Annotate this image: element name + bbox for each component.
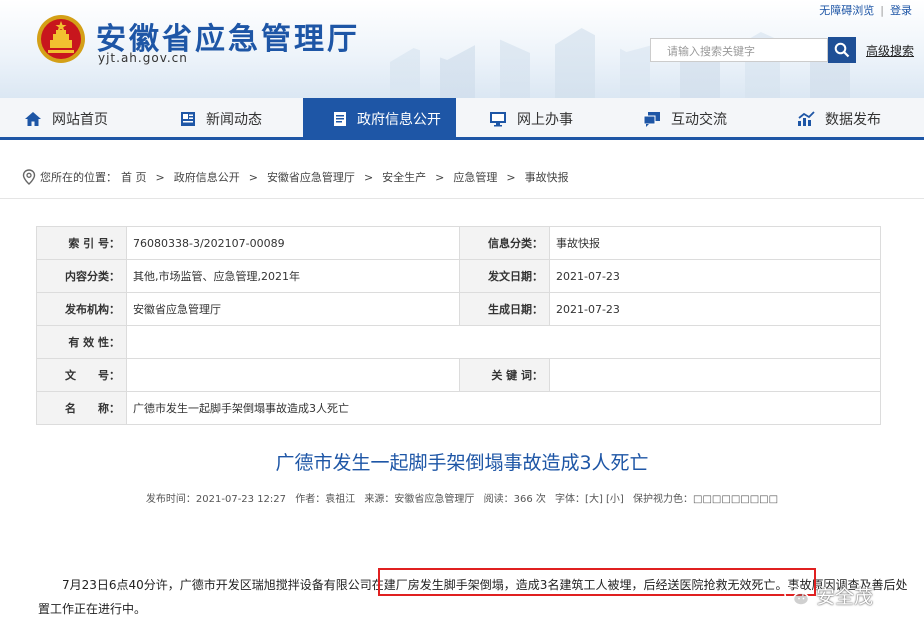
content-value: 其他,市场监管、应急管理,2021年 <box>126 259 460 293</box>
login-link[interactable]: 登录 <box>890 4 912 17</box>
advanced-search-link[interactable]: 高级搜索 <box>866 42 914 59</box>
nav-label: 网站首页 <box>52 112 108 128</box>
meta-source: 来源：安徽省应急管理厅 <box>364 494 475 505</box>
national-emblem-icon <box>37 15 85 63</box>
keywords-value <box>549 358 881 392</box>
category-value: 事故快报 <box>549 226 881 260</box>
watermark: 安全茂 <box>784 582 873 609</box>
meta-views: 阅读：366 次 <box>483 494 546 505</box>
pubdate-label: 发文日期： <box>459 259 550 293</box>
org-value: 安徽省应急管理厅 <box>126 292 460 326</box>
pubdate-value: 2021-07-23 <box>549 259 881 293</box>
content-label: 内容分类： <box>36 259 127 293</box>
nav-item-gov-info[interactable]: 政府信息公开 <box>303 98 456 140</box>
breadcrumb-department[interactable]: 安徽省应急管理厅 <box>267 169 355 185</box>
nav-label: 政府信息公开 <box>357 112 441 128</box>
search-icon <box>834 42 850 58</box>
article-title: 广德市发生一起脚手架倒塌事故造成3人死亡 <box>275 452 649 474</box>
search-button[interactable] <box>828 37 856 63</box>
accessibility-link[interactable]: 无障碍浏览 <box>819 4 874 17</box>
breadcrumb-bar: 您所在的位置： 首 页 > 政府信息公开 > 安徽省应急管理厅 > 安全生产 > 应急管… <box>0 155 924 199</box>
site-header: 安徽省应急管理厅 yjt.ah.gov.cn 无障碍浏览 | 登录 请输入搜索关键字… <box>0 0 924 98</box>
monitor-icon <box>490 112 506 127</box>
breadcrumb-emergency[interactable]: 应急管理 <box>453 169 497 185</box>
watermark-text: 安全茂 <box>816 586 874 608</box>
breadcrumb-accident-report[interactable]: 事故快报 <box>525 169 569 185</box>
article-meta: 发布时间：2021-07-23 12:27 作者：袁祖江 来源：安徽省应急管理厅… <box>0 490 924 505</box>
breadcrumb-gov-info[interactable]: 政府信息公开 <box>174 169 240 185</box>
name-value: 广德市发生一起脚手架倒塌事故造成3人死亡 <box>126 391 881 425</box>
breadcrumb-arrow: > <box>363 170 374 184</box>
docno-value <box>126 358 460 392</box>
nav-item-data-release[interactable]: 数据发布 <box>797 98 917 140</box>
nav-label: 网上办事 <box>517 112 573 128</box>
gendate-value: 2021-07-23 <box>549 292 881 326</box>
table-row: 发布机构： 安徽省应急管理厅 生成日期： 2021-07-23 <box>36 292 881 326</box>
category-label: 信息分类： <box>459 226 550 260</box>
nav-item-interaction[interactable]: 互动交流 <box>643 98 763 140</box>
link-separator: | <box>880 4 884 17</box>
keywords-label: 关 键 词： <box>459 358 550 392</box>
info-table: 索 引 号： 76080338-3/202107-00089 信息分类： 事故快… <box>36 226 881 425</box>
meta-publish-time: 发布时间：2021-07-23 12:27 <box>145 494 287 505</box>
news-icon <box>181 112 195 126</box>
nav-label: 互动交流 <box>671 112 727 128</box>
nav-item-news[interactable]: 新闻动态 <box>180 98 300 140</box>
location-pin-icon <box>22 169 36 185</box>
table-row: 索 引 号： 76080338-3/202107-00089 信息分类： 事故快… <box>36 226 881 260</box>
breadcrumb-safety[interactable]: 安全生产 <box>382 169 426 185</box>
table-row: 文 号： 关 键 词： <box>36 358 881 392</box>
org-label: 发布机构： <box>36 292 127 326</box>
wechat-icon <box>784 585 810 606</box>
font-size-toggle[interactable]: 字体：[大] [小] <box>555 494 624 505</box>
name-label: 名 称： <box>36 391 127 425</box>
search-input[interactable]: 请输入搜索关键字 <box>650 38 828 62</box>
table-row: 有 效 性： <box>36 325 881 359</box>
nav-item-home[interactable]: 网站首页 <box>24 98 154 140</box>
breadcrumb-prefix: 您所在的位置： <box>40 171 117 184</box>
breadcrumb-arrow: > <box>248 170 258 184</box>
meta-author: 作者：袁祖江 <box>295 494 356 505</box>
index-value: 76080338-3/202107-00089 <box>126 226 460 260</box>
nav-label: 数据发布 <box>825 112 881 128</box>
docno-label: 文 号： <box>36 358 127 392</box>
nav-label: 新闻动态 <box>206 112 262 128</box>
highlight-box <box>378 568 816 596</box>
table-row: 内容分类： 其他,市场监管、应急管理,2021年 发文日期： 2021-07-2… <box>36 259 881 293</box>
validity-value <box>126 325 881 359</box>
site-domain: yjt.ah.gov.cn <box>98 51 188 65</box>
eye-protection-colors[interactable]: 保护视力色：□□□□□□□□□ <box>633 494 778 505</box>
main-nav: 网站首页 新闻动态 政府信息公开 网上办事 互动交流 数据发布 <box>0 98 924 140</box>
top-links: 无障碍浏览 | 登录 <box>819 2 912 18</box>
nav-item-online-service[interactable]: 网上办事 <box>489 98 609 140</box>
home-icon <box>25 112 41 126</box>
breadcrumb: 您所在的位置： 首 页 > 政府信息公开 > 安徽省应急管理厅 > 安全生产 > 应急管… <box>22 169 569 185</box>
breadcrumb-home[interactable]: 首 页 <box>121 169 147 185</box>
chat-icon <box>643 112 660 127</box>
gendate-label: 生成日期： <box>459 292 550 326</box>
breadcrumb-arrow: > <box>506 170 516 184</box>
chart-icon <box>798 111 815 126</box>
index-label: 索 引 号： <box>36 226 127 260</box>
validity-label: 有 效 性： <box>36 325 127 359</box>
breadcrumb-arrow: > <box>435 170 445 184</box>
breadcrumb-arrow: > <box>155 170 165 184</box>
table-row: 名 称： 广德市发生一起脚手架倒塌事故造成3人死亡 <box>36 391 881 425</box>
document-icon <box>334 112 346 126</box>
